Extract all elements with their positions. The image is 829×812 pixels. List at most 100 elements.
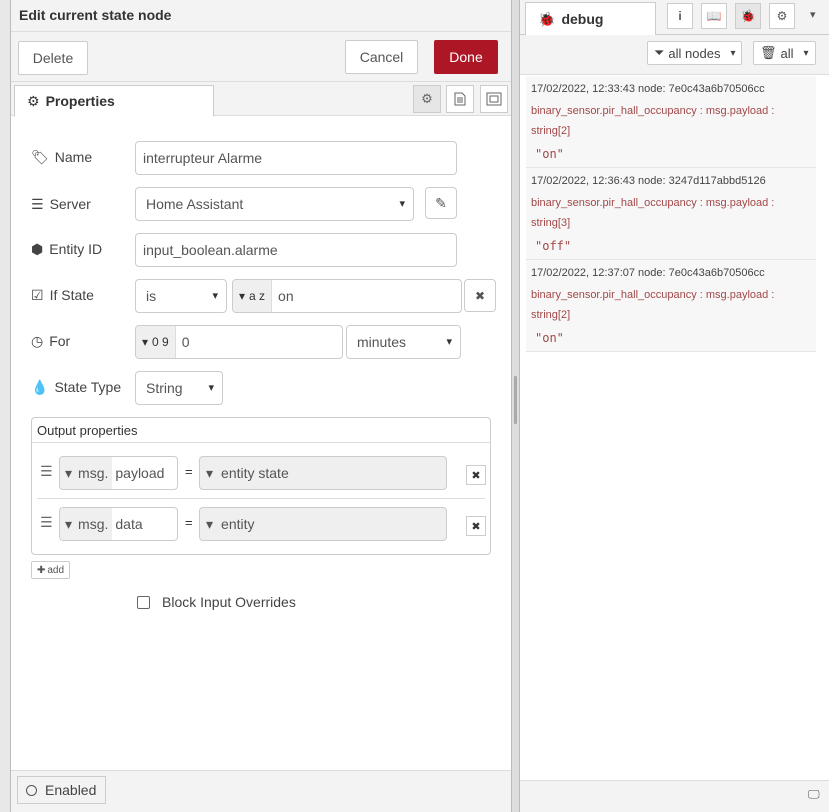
config-tab-button[interactable]: ⚙ — [769, 3, 795, 29]
debug-message[interactable]: 17/02/2022, 12:33:43 node: 7e0c43a6b7050… — [526, 76, 816, 168]
gear-icon: ⚙ — [421, 91, 433, 106]
sidebar-menu-chevron-icon[interactable]: ▾ — [810, 8, 816, 21]
server-select[interactable]: Home Assistant ▾ — [135, 187, 414, 221]
message-value: "on" — [535, 147, 564, 161]
message-topic: binary_sensor.pir_hall_occupancy : msg.p… — [531, 197, 775, 229]
message-topic: binary_sensor.pir_hall_occupancy : msg.p… — [531, 289, 775, 321]
server-label-text: Server — [49, 196, 91, 212]
description-tab-icon-button[interactable] — [446, 85, 474, 113]
output-property-name: data — [115, 516, 143, 532]
statetype-select[interactable]: String ▾ — [135, 371, 223, 405]
equals-sign: = — [185, 515, 193, 530]
server-select-value: Home Assistant — [146, 196, 244, 212]
msg-type-selector[interactable]: ▾ msg. — [60, 457, 113, 489]
statetype-label-text: State Type — [54, 379, 122, 395]
output-property-input[interactable]: ▾ msg. payload — [59, 456, 178, 490]
ifstate-value-input[interactable]: ▾ a z on — [232, 279, 462, 313]
entity-id-input[interactable]: input_boolean.alarme — [135, 233, 457, 267]
server-label: ☰ Server — [31, 194, 91, 214]
output-value-select[interactable]: ▾ entity — [199, 507, 447, 541]
block-input-overrides-checkbox[interactable] — [137, 596, 150, 609]
ifstate-operator-value: is — [146, 288, 157, 304]
delete-button[interactable]: Delete — [18, 41, 88, 75]
filter-icon: ⏷ — [654, 45, 665, 60]
string-type-icon: a z — [249, 289, 266, 303]
clear-messages-dropdown[interactable]: 🗑 all ▾ — [753, 41, 816, 65]
drag-handle-icon[interactable]: ☰ — [40, 514, 53, 531]
ifstate-operator-select[interactable]: is ▾ — [135, 279, 227, 313]
drag-handle-icon[interactable]: ☰ — [40, 463, 53, 480]
ifstate-value: on — [278, 288, 294, 304]
debug-message[interactable]: 17/02/2022, 12:37:07 node: 7e0c43a6b7050… — [526, 260, 816, 352]
entity-label: ⬢ Entity ID — [31, 239, 102, 259]
name-input[interactable]: interrupteur Alarme — [135, 141, 457, 175]
caret-down-icon: ▾ — [206, 464, 214, 481]
tab-debug-label: debug — [561, 11, 604, 27]
appearance-tab-icon-button[interactable] — [480, 85, 508, 113]
circle-icon — [26, 784, 37, 796]
add-label: add — [47, 564, 65, 576]
caret-down-icon: ▾ — [65, 515, 73, 532]
sidebar-footer: 🖵 — [520, 780, 829, 812]
info-icon: i — [678, 9, 682, 23]
message-meta: 17/02/2022, 12:33:43 node: 7e0c43a6b7050… — [531, 83, 765, 95]
number-type-selector[interactable]: ▾ 0 9 — [136, 326, 176, 358]
help-tab-button[interactable]: 📖 — [701, 3, 727, 29]
output-property-input[interactable]: ▾ msg. data — [59, 507, 178, 541]
monitor-icon: 🖵 — [808, 787, 820, 801]
number-type-icon: 0 9 — [152, 335, 169, 349]
close-icon: ✖ — [474, 288, 486, 303]
sidebar-resize-handle[interactable] — [514, 376, 517, 424]
tab-properties[interactable]: ⚙ Properties — [14, 85, 214, 117]
chevron-down-icon: ▾ — [212, 290, 218, 302]
output-value: entity state — [221, 465, 289, 481]
ifstate-label: ☑ If State — [31, 285, 94, 305]
output-properties-box: Output properties ☰ ▾ msg. payload = ▾ en… — [31, 417, 491, 555]
settings-tab-icon-button[interactable]: ⚙ — [413, 85, 441, 113]
editor-tabbar: ⚙ Properties ⚙ — [11, 82, 511, 117]
for-value: 0 — [181, 334, 190, 350]
remove-output-button[interactable]: ✖ — [466, 516, 486, 536]
for-unit-select[interactable]: minutes ▾ — [346, 325, 461, 359]
enabled-label: Enabled — [45, 782, 97, 798]
add-output-button[interactable]: ✚ add — [31, 561, 70, 579]
close-icon: ✖ — [471, 469, 481, 482]
equals-sign: = — [185, 464, 193, 479]
cancel-button[interactable]: Cancel — [345, 40, 418, 74]
enabled-toggle[interactable]: Enabled — [17, 776, 106, 804]
for-unit-value: minutes — [357, 334, 407, 350]
open-window-button[interactable]: 🖵 — [808, 787, 826, 803]
tab-debug[interactable]: 🐞 debug — [525, 2, 656, 36]
debug-toolbar: ⏷ all nodes ▾ 🗑 all ▾ — [520, 35, 829, 75]
filter-nodes-dropdown[interactable]: ⏷ all nodes ▾ — [647, 41, 743, 65]
document-icon — [454, 92, 466, 106]
sidebar-tabbar: 🐞 debug i 📖 🐞 ⚙ ▾ — [520, 0, 829, 36]
debug-tab-button[interactable]: 🐞 — [735, 3, 761, 29]
statetype-value: String — [146, 380, 183, 396]
output-value-select[interactable]: ▾ entity state — [199, 456, 447, 490]
ifstate-remove-button[interactable]: ✖ — [464, 279, 496, 312]
editor-toolbar: Delete Cancel Done — [11, 32, 511, 82]
cube-icon: ⬢ — [31, 240, 44, 257]
msg-type-selector[interactable]: ▾ msg. — [60, 508, 113, 540]
tab-properties-label: Properties — [45, 93, 115, 109]
editor-title: Edit current state node — [19, 7, 172, 23]
for-value-input[interactable]: ▾ 0 9 0 — [135, 325, 343, 359]
string-type-selector[interactable]: ▾ a z — [233, 280, 273, 312]
info-tab-button[interactable]: i — [667, 3, 693, 29]
msg-prefix: msg. — [78, 516, 109, 532]
frame-icon — [486, 92, 502, 106]
checkbox-checked-icon: ☑ — [31, 286, 44, 303]
ifstate-label-text: If State — [49, 287, 94, 303]
done-button[interactable]: Done — [434, 40, 498, 74]
remove-output-button[interactable]: ✖ — [466, 465, 486, 485]
edit-server-button[interactable]: ✎ — [425, 187, 457, 219]
pencil-icon: ✎ — [435, 194, 447, 211]
debug-message[interactable]: 17/02/2022, 12:36:43 node: 3247d117abbd5… — [526, 168, 816, 260]
message-topic: binary_sensor.pir_hall_occupancy : msg.p… — [531, 105, 775, 137]
workspace-edge — [0, 0, 10, 812]
name-label: 🏷 Name — [31, 147, 92, 167]
tag-icon: 🏷 — [31, 148, 49, 165]
trash-icon: 🗑 — [760, 45, 777, 60]
bug-icon: 🐞 — [740, 9, 756, 23]
